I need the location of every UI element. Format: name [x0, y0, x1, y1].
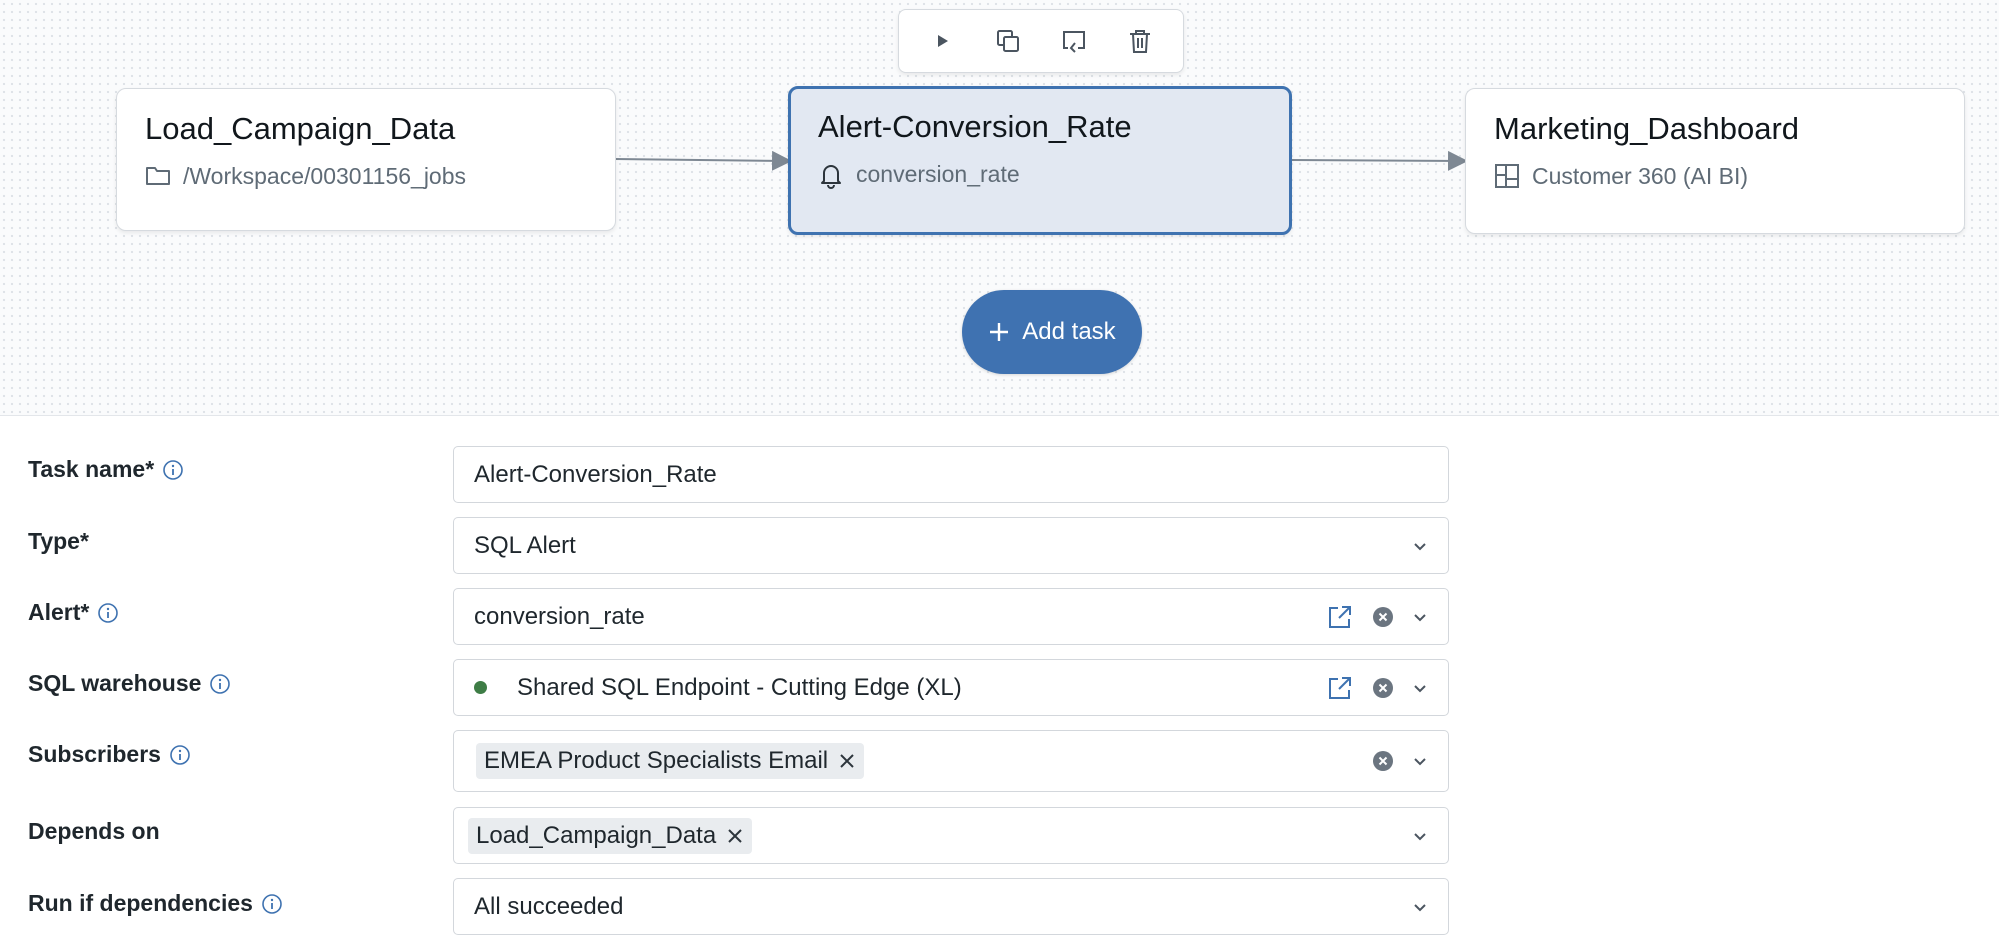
bell-icon: [821, 164, 841, 189]
alert-label: Alert*: [28, 599, 119, 626]
warehouse-status-dot: [474, 681, 487, 694]
chevron-down-icon[interactable]: [1412, 538, 1428, 554]
run-task-button[interactable]: [920, 19, 964, 63]
task-node-path: /Workspace/00301156_jobs: [183, 162, 467, 189]
chevron-down-icon[interactable]: [1412, 609, 1428, 625]
task-node-title: Alert-Conversion_Rate: [818, 109, 1132, 144]
folder-icon: [146, 167, 170, 186]
job-dag-canvas: Load_Campaign_Data /Workspace/00301156_j…: [0, 0, 1999, 416]
repair-run-button[interactable]: [1052, 19, 1096, 63]
dashboard-icon: [1495, 164, 1519, 189]
subscriber-chip: EMEA Product Specialists Email: [476, 743, 865, 779]
clone-task-button[interactable]: [986, 19, 1030, 63]
info-icon[interactable]: [261, 893, 283, 915]
clear-icon[interactable]: [1372, 750, 1394, 772]
info-icon[interactable]: [209, 673, 231, 695]
clear-icon[interactable]: [1372, 677, 1394, 699]
subscribers-label: Subscribers: [28, 741, 191, 768]
repair-run-icon: [1063, 31, 1085, 53]
clear-icon[interactable]: [1372, 606, 1394, 628]
chevron-down-icon[interactable]: [1412, 899, 1428, 915]
task-node-dashboard-name: Customer 360 (AI BI): [1532, 162, 1749, 189]
alert-select[interactable]: conversion_rate: [453, 588, 1449, 645]
task-name-input[interactable]: Alert-Conversion_Rate: [453, 446, 1449, 503]
info-icon[interactable]: [162, 459, 184, 481]
sql-warehouse-select[interactable]: Shared SQL Endpoint - Cutting Edge (XL): [453, 659, 1449, 716]
edge-alert-to-dashboard: [1291, 150, 1468, 171]
trash-icon: [1130, 30, 1150, 53]
depends-on-label: Depends on: [28, 818, 160, 844]
type-label: Type*: [28, 528, 89, 554]
copy-icon: [997, 30, 1019, 52]
run-if-label: Run if dependencies: [28, 890, 283, 917]
dependency-chip: Load_Campaign_Data: [468, 817, 753, 854]
external-link-icon[interactable]: [1326, 603, 1354, 631]
chevron-down-icon[interactable]: [1412, 753, 1428, 769]
delete-task-button[interactable]: [1118, 19, 1162, 63]
task-node-title: Marketing_Dashboard: [1494, 111, 1800, 146]
task-node-toolbar: [898, 9, 1184, 73]
play-icon: [938, 35, 948, 47]
chevron-down-icon[interactable]: [1412, 680, 1428, 696]
type-select[interactable]: SQL Alert: [453, 517, 1449, 574]
close-icon[interactable]: [726, 827, 744, 845]
sql-warehouse-label: SQL warehouse: [28, 670, 231, 697]
task-node-alert-name: conversion_rate: [856, 161, 1020, 188]
depends-on-select[interactable]: Load_Campaign_Data: [453, 807, 1449, 864]
add-task-button[interactable]: Add task: [962, 290, 1142, 374]
task-node-alert-conversion-rate[interactable]: Alert-Conversion_Rate conversion_rate: [788, 86, 1292, 235]
run-if-select[interactable]: All succeeded: [453, 878, 1449, 935]
info-icon[interactable]: [169, 744, 191, 766]
task-name-label: Task name*: [28, 456, 184, 483]
info-icon[interactable]: [97, 602, 119, 624]
subscribers-select[interactable]: EMEA Product Specialists Email: [453, 730, 1449, 792]
add-task-label: Add task: [1022, 318, 1116, 345]
task-node-marketing-dashboard[interactable]: Marketing_Dashboard Customer 360 (AI BI): [1465, 88, 1965, 234]
edge-load-to-alert: [614, 150, 792, 171]
task-node-title: Load_Campaign_Data: [145, 111, 456, 146]
plus-icon: [990, 323, 1009, 341]
external-link-icon[interactable]: [1326, 674, 1354, 702]
close-icon[interactable]: [838, 752, 856, 770]
chevron-down-icon[interactable]: [1412, 828, 1428, 844]
task-node-load-campaign-data[interactable]: Load_Campaign_Data /Workspace/00301156_j…: [116, 88, 616, 231]
